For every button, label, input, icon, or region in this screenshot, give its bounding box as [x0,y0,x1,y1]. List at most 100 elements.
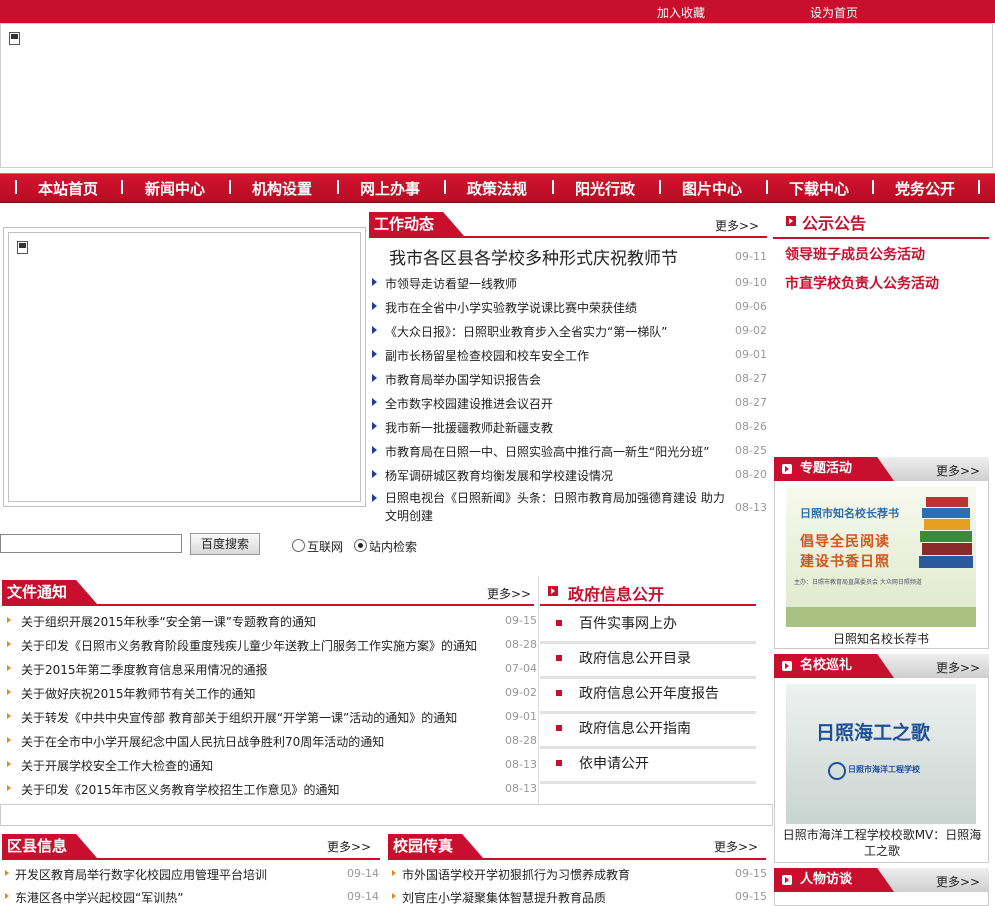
section-arrow-icon [782,875,792,885]
news-date: 09-01 [505,710,537,723]
arrow-bullet-icon [372,422,377,430]
nav-organization[interactable]: 机构设置 [252,178,312,199]
radio-site[interactable] [354,539,367,552]
main-nav: 本站首页 新闻中心 机构设置 网上办事 政策法规 阳光行政 图片中心 下载中心 … [0,173,995,203]
photo-slideshow[interactable] [3,227,366,507]
baidu-search-button[interactable]: 百度搜索 [190,533,260,555]
arrow-bullet-icon [7,785,11,791]
search-input[interactable] [0,534,182,553]
file-notice-item[interactable]: 关于开展学校安全工作大检查的通知 [21,757,213,774]
arrow-bullet-icon [7,713,11,719]
top-bar: 加入收藏 设为首页 [0,0,995,23]
reading-campaign-poster[interactable]: 日照市知名校长荐书 倡导全民阅读 建设书香日照 主办：日照市教育局直属委员会 大… [786,487,976,627]
arrow-bullet-icon [7,617,11,623]
work-news-item[interactable]: 市教育局举办国学知识报告会 [385,371,541,388]
nav-policy[interactable]: 政策法规 [467,178,527,199]
nav-sunshine[interactable]: 阳光行政 [575,178,635,199]
file-notices-more-link[interactable]: 更多>> [487,585,531,602]
file-notice-item[interactable]: 关于印发《2015年市区义务教育学校招生工作意见》的通知 [21,781,340,798]
file-notice-item[interactable]: 关于印发《日照市义务教育阶段重度残疾儿童少年送教上门服务工作实施方案》的通知 [21,637,477,654]
arrow-bullet-icon [372,374,377,382]
gov-info-item[interactable]: 政府信息公开指南 [540,714,756,749]
book-graphic [922,543,972,555]
campus-news-more-link[interactable]: 更多>> [714,838,758,855]
gov-info-item[interactable]: 百件实事网上办 [540,609,756,644]
work-news-more-link[interactable]: 更多>> [715,217,759,234]
news-date: 08-13 [735,501,767,514]
arrow-bullet-icon [7,737,11,743]
arrow-bullet-icon [5,893,9,899]
news-date: 09-14 [347,867,379,880]
gov-info-item[interactable]: 依申请公开 [540,749,756,784]
file-notice-item[interactable]: 关于做好庆祝2015年教师节有关工作的通知 [21,685,256,702]
photo-frame [8,232,361,502]
header-underline [2,858,380,860]
nav-pictures[interactable]: 图片中心 [682,178,742,199]
notice-item[interactable]: 领导班子成员公务活动 [785,244,925,264]
work-news-item[interactable]: 杨军调研城区教育均衡发展和学校建设情况 [385,467,613,484]
work-news-item[interactable]: 副市长杨留星检查校园和校车安全工作 [385,347,589,364]
interviews-more-link[interactable]: 更多>> [936,873,980,890]
work-news-item[interactable]: 我市新一批援疆教师赴新疆支教 [385,419,553,436]
notice-title: 公示公告 [802,214,867,233]
nav-separator [872,180,874,194]
poster-slogan-2: 建设书香日照 [800,554,890,570]
district-news-more-link[interactable]: 更多>> [327,838,371,855]
nav-news[interactable]: 新闻中心 [145,178,205,199]
file-notice-item[interactable]: 关于组织开展2015年秋季“安全第一课”专题教育的通知 [21,613,316,630]
nav-downloads[interactable]: 下载中心 [789,178,849,199]
district-news-title: 区县信息 [2,834,98,858]
header-underline [388,858,766,860]
poster-slogan-1: 倡导全民阅读 [800,534,890,550]
news-date: 08-28 [505,638,537,651]
notice-item[interactable]: 市直学校负责人公务活动 [785,273,939,293]
section-arrow-icon [782,661,792,671]
work-news-item[interactable]: 市领导走访看望一线教师 [385,275,517,292]
arrow-bullet-icon [372,494,377,502]
work-news-item[interactable]: 《大众日报》：日照职业教育步入全省实力“第一梯队” [385,323,667,340]
news-date: 08-20 [735,468,767,481]
nav-online-service[interactable]: 网上办事 [360,178,420,199]
header-underline [2,604,534,606]
arrow-bullet-icon [372,350,377,358]
special-topics-caption[interactable]: 日照知名校长荐书 [833,630,929,647]
work-news-header: 工作动态 [369,212,767,238]
add-bookmark-link[interactable]: 加入收藏 [657,4,705,21]
poster-organizer: 主办：日照市教育局直属委员会 大众网日照频道 [794,579,922,586]
school-song-poster[interactable]: 日照海工之歌 日照市海洋工程学校 [786,684,976,824]
special-topics-more-link[interactable]: 更多>> [936,462,980,479]
district-news-item[interactable]: 东港区各中学兴起校园“军训热” [15,889,183,906]
special-topics-panel: 日照市知名校长荐书 倡导全民阅读 建设书香日照 主办：日照市教育局直属委员会 大… [774,481,989,649]
famous-schools-caption[interactable]: 日照市海洋工程学校校歌MV：日照海工之歌 [779,827,985,859]
set-homepage-link[interactable]: 设为首页 [810,4,858,21]
arrow-bullet-icon [7,641,11,647]
news-date: 08-28 [505,734,537,747]
nav-home[interactable]: 本站首页 [38,178,98,199]
file-notice-item[interactable]: 关于转发《中共中央宣传部 教育部关于组织开展“开学第一课”活动的通知》的通知 [21,709,457,726]
news-date: 09-10 [735,276,767,289]
work-news-item[interactable]: 我市在全省中小学实验教学说课比赛中荣获佳绩 [385,299,637,316]
campus-news-item[interactable]: 刘官庄小学凝聚集体智慧提升教育品质 [402,889,606,906]
campus-news-header: 校园传真 [388,834,766,860]
work-news-item[interactable]: 全市数字校园建设推进会议召开 [385,395,553,412]
nav-separator [552,180,554,194]
file-notice-item[interactable]: 关于2015年第二季度教育信息采用情况的通报 [21,661,268,678]
arrow-bullet-icon [5,870,9,876]
gov-info-item[interactable]: 政府信息公开年度报告 [540,679,756,714]
work-news-item[interactable]: 市教育局在日照一中、日照实验高中推行高一新生“阳光分班” [385,443,709,460]
news-date: 08-13 [505,758,537,771]
nav-separator [659,180,661,194]
news-date: 09-15 [735,867,767,880]
work-news-headline[interactable]: 我市各区县各学校多种形式庆祝教师节 [389,244,678,269]
radio-internet[interactable] [292,539,305,552]
work-news-title: 工作动态 [369,212,465,236]
campus-news-item[interactable]: 市外国语学校开学初狠抓行为习惯养成教育 [402,866,630,883]
gov-info-item[interactable]: 政府信息公开目录 [540,644,756,679]
radio-internet-label: 互联网 [307,540,344,554]
interviews-header: 人物访谈 更多>> [774,868,989,892]
file-notice-item[interactable]: 关于在全市中小学开展纪念中国人民抗日战争胜利70周年活动的通知 [21,733,384,750]
famous-schools-more-link[interactable]: 更多>> [936,659,980,676]
work-news-item[interactable]: 日照电视台《日照新闻》头条：日照市教育局加强德育建设 助力文明创建 [385,489,725,525]
district-news-item[interactable]: 开发区教育局举行数字化校园应用管理平台培训 [15,866,267,883]
nav-party[interactable]: 党务公开 [895,178,955,199]
